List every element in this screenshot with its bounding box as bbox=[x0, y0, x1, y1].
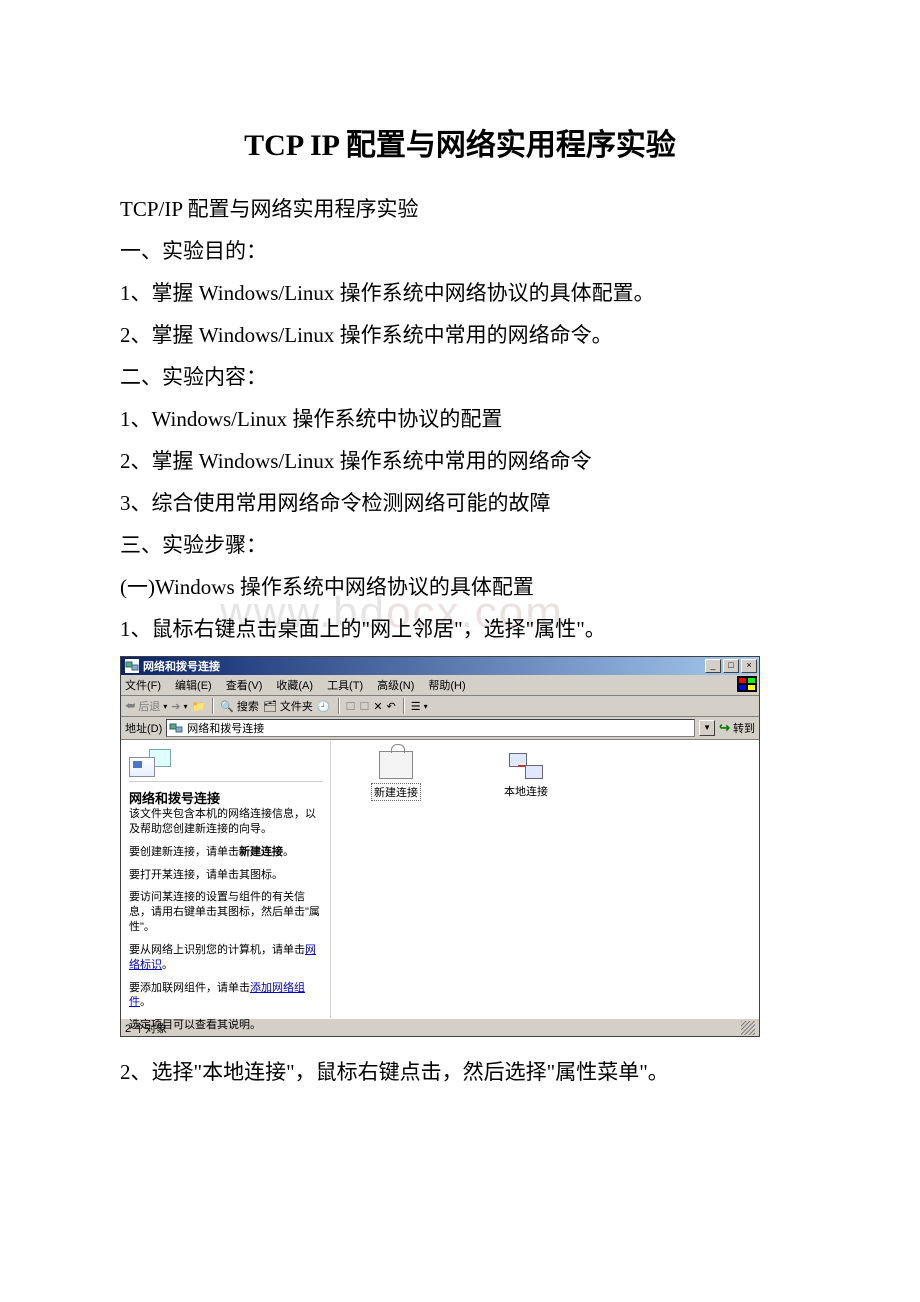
separator bbox=[212, 698, 213, 714]
separator bbox=[338, 698, 339, 714]
step-a: (一)Windows 操作系统中网络协议的具体配置 bbox=[120, 566, 800, 608]
copy-icon: ☐ bbox=[359, 700, 369, 713]
delete-button[interactable]: ✕ bbox=[373, 700, 382, 713]
explorer-window: 网络和拨号连接 _ □ × 文件(F) 编辑(E) 查看(V) 收藏(A) 工具… bbox=[120, 656, 760, 1037]
forward-button[interactable]: ➔ ▾ bbox=[171, 700, 187, 713]
icon-view[interactable]: 新建连接 本地连接 bbox=[331, 741, 759, 1018]
info-text: 要访问某连接的设置与组件的有关信息，请用右键单击其图标，然后单击"属性"。 bbox=[129, 890, 322, 935]
connection-icon bbox=[169, 721, 183, 735]
move-icon: ☐ bbox=[346, 700, 356, 713]
menu-favorites[interactable]: 收藏(A) bbox=[276, 677, 313, 693]
address-dropdown-button[interactable]: ▼ bbox=[699, 720, 715, 736]
info-text: 该文件夹包含本机的网络连接信息，以及帮助您创建新连接的向导。 bbox=[129, 807, 322, 837]
window-title: 网络和拨号连接 bbox=[143, 658, 705, 674]
search-icon: 🔍 bbox=[220, 700, 234, 713]
icon-label: 本地连接 bbox=[504, 783, 548, 799]
chevron-down-icon: ▾ bbox=[424, 702, 428, 711]
undo-button[interactable]: ↶ bbox=[387, 700, 396, 713]
address-label: 地址(D) bbox=[125, 720, 162, 736]
page-title: TCP IP 配置与网络实用程序实验 bbox=[120, 120, 800, 164]
go-arrow-icon: ↪ bbox=[719, 720, 730, 736]
undo-icon: ↶ bbox=[387, 700, 396, 713]
views-button[interactable]: ☰ ▾ bbox=[411, 700, 428, 713]
menu-file[interactable]: 文件(F) bbox=[125, 677, 161, 693]
icon-label: 新建连接 bbox=[371, 783, 421, 801]
connections-folder-icon bbox=[129, 749, 171, 777]
step-1: 1、鼠标右键点击桌面上的"网上邻居"，选择"属性"。 bbox=[120, 608, 800, 650]
step-2: 2、选择"本地连接"，鼠标右键点击，然后选择"属性菜单"。 bbox=[120, 1051, 800, 1093]
window-titlebar[interactable]: 网络和拨号连接 _ □ × bbox=[121, 657, 759, 675]
history-button[interactable]: 🕘 bbox=[317, 700, 331, 713]
chevron-down-icon: ▾ bbox=[183, 702, 187, 711]
minimize-button[interactable]: _ bbox=[705, 659, 721, 673]
folders-icon: 🗂 bbox=[263, 700, 277, 713]
doc-subtitle: TCP/IP 配置与网络实用程序实验 bbox=[120, 188, 800, 230]
menu-help[interactable]: 帮助(H) bbox=[428, 677, 465, 693]
info-pane-title: 网络和拨号连接 bbox=[129, 788, 322, 807]
chevron-down-icon: ▾ bbox=[163, 702, 167, 711]
section-3-heading: 三、实验步骤： bbox=[120, 524, 800, 566]
info-text: 选定项目可以查看其说明。 bbox=[129, 1018, 322, 1033]
arrow-left-icon: ⮨ bbox=[125, 700, 135, 713]
move-to-button[interactable]: ☐ bbox=[346, 700, 356, 713]
folders-button[interactable]: 🗂 文件夹 bbox=[263, 698, 313, 714]
menu-view[interactable]: 查看(V) bbox=[226, 677, 263, 693]
section-2-item-1: 1、Windows/Linux 操作系统中协议的配置 bbox=[120, 398, 800, 440]
window-icon bbox=[125, 659, 139, 673]
menu-edit[interactable]: 编辑(E) bbox=[175, 677, 212, 693]
windows-logo-icon bbox=[737, 676, 757, 692]
info-text: 要从网络上识别您的计算机，请单击网络标识。 bbox=[129, 943, 322, 973]
section-2-item-2: 2、掌握 Windows/Linux 操作系统中常用的网络命令 bbox=[120, 440, 800, 482]
address-input[interactable]: 网络和拨号连接 bbox=[166, 719, 695, 737]
section-1-heading: 一、实验目的： bbox=[120, 230, 800, 272]
back-button[interactable]: ⮨ 后退 ▾ bbox=[125, 698, 167, 714]
menu-tools[interactable]: 工具(T) bbox=[327, 677, 363, 693]
address-bar: 地址(D) 网络和拨号连接 ▼ ↪ 转到 bbox=[121, 717, 759, 740]
menu-advanced[interactable]: 高级(N) bbox=[377, 677, 414, 693]
arrow-right-icon: ➔ bbox=[171, 700, 180, 713]
up-button[interactable]: 📁 bbox=[192, 700, 206, 713]
delete-icon: ✕ bbox=[373, 700, 382, 713]
new-connection-icon bbox=[379, 751, 413, 779]
address-value: 网络和拨号连接 bbox=[187, 720, 264, 736]
lan-connection-icon bbox=[509, 751, 543, 779]
info-text: 要创建新连接，请单击新建连接。 bbox=[129, 845, 322, 860]
search-button[interactable]: 🔍 搜索 bbox=[220, 698, 259, 714]
new-connection-item[interactable]: 新建连接 bbox=[361, 751, 431, 801]
close-button[interactable]: × bbox=[741, 659, 757, 673]
client-area: 网络和拨号连接 该文件夹包含本机的网络连接信息，以及帮助您创建新连接的向导。 要… bbox=[121, 740, 759, 1018]
section-2-heading: 二、实验内容： bbox=[120, 356, 800, 398]
menu-bar: 文件(F) 编辑(E) 查看(V) 收藏(A) 工具(T) 高级(N) 帮助(H… bbox=[121, 675, 759, 696]
toolbar: ⮨ 后退 ▾ ➔ ▾ 📁 🔍 搜索 🗂 文件夹 🕘 bbox=[121, 696, 759, 717]
local-connection-item[interactable]: 本地连接 bbox=[491, 751, 561, 799]
info-text: 要添加联网组件，请单击添加网络组件。 bbox=[129, 981, 322, 1011]
info-pane: 网络和拨号连接 该文件夹包含本机的网络连接信息，以及帮助您创建新连接的向导。 要… bbox=[121, 741, 331, 1018]
section-1-item-2: 2、掌握 Windows/Linux 操作系统中常用的网络命令。 bbox=[120, 314, 800, 356]
info-text: 要打开某连接，请单击其图标。 bbox=[129, 868, 322, 883]
history-icon: 🕘 bbox=[317, 700, 331, 713]
section-2-item-3: 3、综合使用常用网络命令检测网络可能的故障 bbox=[120, 482, 800, 524]
resize-grip-icon[interactable] bbox=[741, 1021, 755, 1035]
go-button[interactable]: ↪ 转到 bbox=[719, 720, 755, 736]
copy-to-button[interactable]: ☐ bbox=[359, 700, 369, 713]
separator bbox=[403, 698, 404, 714]
views-icon: ☰ bbox=[411, 700, 421, 713]
maximize-button[interactable]: □ bbox=[723, 659, 739, 673]
folder-up-icon: 📁 bbox=[192, 700, 206, 713]
section-1-item-1: 1、掌握 Windows/Linux 操作系统中网络协议的具体配置。 bbox=[120, 272, 800, 314]
